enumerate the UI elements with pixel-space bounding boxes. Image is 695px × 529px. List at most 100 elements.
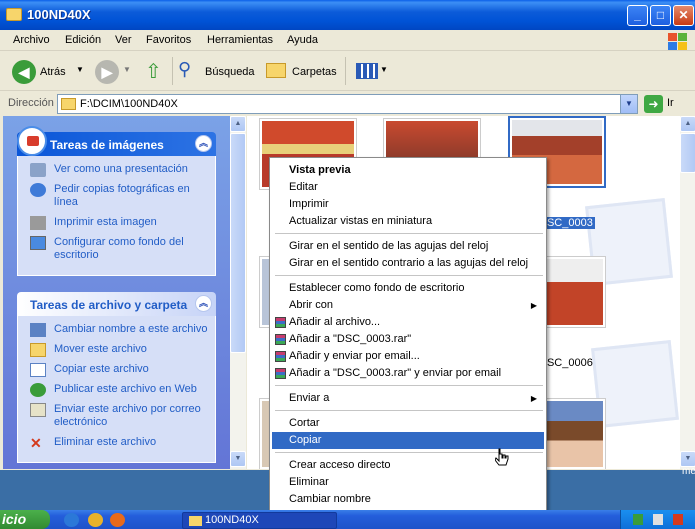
up-folder-icon[interactable]: ⇧ bbox=[145, 59, 162, 84]
winrar-icon bbox=[275, 351, 286, 362]
menu-archivo[interactable]: Archivo bbox=[13, 34, 50, 46]
task-print-image[interactable]: Imprimir esta imagen bbox=[30, 216, 209, 230]
toolbar-separator bbox=[172, 57, 173, 85]
task-order-prints[interactable]: Pedir copias fotográficas en línea bbox=[30, 183, 209, 209]
context-menu-label: Copiar bbox=[289, 434, 322, 446]
back-arrow-icon[interactable]: ◀ bbox=[12, 60, 36, 84]
task-slideshow[interactable]: Ver como una presentación bbox=[30, 163, 209, 177]
ie-icon[interactable] bbox=[64, 513, 79, 527]
search-button-label[interactable]: Búsqueda bbox=[205, 66, 255, 78]
context-menu-item[interactable]: Establecer como fondo de escritorio bbox=[272, 280, 544, 297]
tray-icon[interactable] bbox=[673, 514, 683, 525]
address-input[interactable]: F:\DCIM\100ND40X ▼ bbox=[57, 94, 638, 114]
views-icon[interactable] bbox=[356, 63, 378, 79]
task-move[interactable]: Mover este archivo bbox=[30, 343, 209, 357]
scroll-thumb[interactable] bbox=[230, 133, 246, 353]
maximize-button[interactable]: □ bbox=[650, 5, 671, 26]
scroll-down-icon[interactable]: ▼ bbox=[680, 451, 695, 467]
task-set-background[interactable]: Configurar como fondo del escritorio bbox=[30, 236, 209, 262]
toolbar-separator bbox=[345, 57, 346, 85]
context-menu-item[interactable]: Añadir a "DSC_0003.rar" y enviar por ema… bbox=[272, 365, 544, 382]
context-menu-label: Cortar bbox=[289, 417, 320, 429]
context-menu-item[interactable]: Añadir al archivo... bbox=[272, 314, 544, 331]
folder-icon bbox=[189, 516, 202, 526]
context-menu-item[interactable]: Cambiar nombre bbox=[272, 491, 544, 508]
context-menu-separator bbox=[275, 385, 543, 386]
scroll-down-icon[interactable]: ▼ bbox=[230, 451, 246, 467]
scroll-up-icon[interactable]: ▲ bbox=[680, 116, 695, 132]
task-label: Cambiar nombre a este archivo bbox=[54, 323, 208, 335]
context-menu-label: Establecer como fondo de escritorio bbox=[289, 282, 465, 294]
toolbar: ◀ Atrás ▼ ▶ ▼ ⇧ ⚲ Búsqueda Carpetas ▼ bbox=[0, 52, 695, 91]
window-title: 100ND40X bbox=[27, 7, 91, 22]
file-tasks-title: Tareas de archivo y carpeta bbox=[30, 298, 188, 312]
scroll-thumb[interactable] bbox=[680, 133, 695, 173]
context-menu-label: Añadir a "DSC_0003.rar" bbox=[289, 333, 412, 345]
address-dropdown-icon[interactable]: ▼ bbox=[620, 95, 637, 113]
title-bar[interactable]: 100ND40X _ □ ✕ bbox=[0, 0, 695, 30]
collapse-chevron-icon[interactable]: ︽ bbox=[195, 295, 212, 312]
menu-ayuda[interactable]: Ayuda bbox=[287, 34, 318, 46]
context-menu: Vista previa Editar Imprimir Actualizar vis… bbox=[269, 157, 547, 529]
context-menu-separator bbox=[275, 410, 543, 411]
winrar-icon bbox=[275, 317, 286, 328]
collapse-chevron-icon[interactable]: ︽ bbox=[195, 135, 212, 152]
context-menu-item[interactable]: Añadir a "DSC_0003.rar" bbox=[272, 331, 544, 348]
tray-icon[interactable] bbox=[653, 514, 663, 525]
context-menu-label: Abrir con bbox=[289, 299, 334, 311]
folder-icon bbox=[6, 8, 22, 21]
context-menu-item[interactable]: Editar bbox=[272, 179, 544, 196]
scroll-up-icon[interactable]: ▲ bbox=[230, 116, 246, 132]
start-button[interactable]: icio bbox=[0, 510, 50, 529]
thumbnail-label[interactable]: DSC_0006 bbox=[539, 357, 593, 369]
task-copy[interactable]: Copiar este archivo bbox=[30, 363, 209, 377]
context-menu-item[interactable]: Girar en el sentido de las agujas del re… bbox=[272, 238, 544, 255]
back-dropdown-icon[interactable]: ▼ bbox=[76, 65, 84, 74]
go-button-label[interactable]: Ir bbox=[667, 97, 674, 109]
task-label: Ver como una presentación bbox=[54, 163, 188, 175]
forward-dropdown-icon[interactable]: ▼ bbox=[123, 65, 131, 74]
taskbar-window-button[interactable]: 100ND40X bbox=[182, 512, 337, 529]
firefox-icon[interactable] bbox=[110, 513, 125, 527]
context-menu-label: Cambiar nombre bbox=[289, 493, 371, 505]
submenu-arrow-icon: ▶ bbox=[530, 301, 537, 310]
context-menu-label: Enviar a bbox=[289, 392, 330, 404]
menu-favoritos[interactable]: Favoritos bbox=[146, 34, 191, 46]
context-menu-item[interactable]: Imprimir bbox=[272, 196, 544, 213]
task-publish[interactable]: Publicar este archivo en Web bbox=[30, 383, 209, 397]
minimize-button[interactable]: _ bbox=[627, 5, 648, 26]
move-icon bbox=[30, 343, 46, 357]
go-arrow-icon[interactable]: ➜ bbox=[644, 95, 663, 113]
forward-arrow-icon[interactable]: ▶ bbox=[95, 60, 119, 84]
context-menu-item[interactable]: Actualizar vistas en miniatura bbox=[272, 213, 544, 230]
context-menu-item[interactable]: Añadir y enviar por email... bbox=[272, 348, 544, 365]
context-menu-item[interactable]: Girar en el sentido contrario a las aguj… bbox=[272, 255, 544, 272]
task-rename[interactable]: Cambiar nombre a este archivo bbox=[30, 323, 209, 337]
menu-edicion[interactable]: Edición bbox=[65, 34, 101, 46]
context-menu-item[interactable]: Vista previa bbox=[272, 162, 544, 179]
task-pane-scrollbar[interactable]: ▲ ▼ bbox=[230, 116, 246, 469]
file-view-scrollbar[interactable]: ▲ ▼ bbox=[680, 116, 695, 469]
folders-button-label[interactable]: Carpetas bbox=[292, 66, 337, 78]
menu-bar: Archivo Edición Ver Favoritos Herramient… bbox=[0, 30, 695, 51]
delete-icon: ✕ bbox=[30, 435, 42, 451]
menu-herramientas[interactable]: Herramientas bbox=[207, 34, 273, 46]
file-tasks-header[interactable]: Tareas de archivo y carpeta ︽ bbox=[17, 292, 216, 316]
chrome-icon[interactable] bbox=[88, 513, 103, 527]
views-dropdown-icon[interactable]: ▼ bbox=[380, 65, 388, 74]
context-menu-item[interactable]: Eliminar bbox=[272, 474, 544, 491]
task-delete[interactable]: ✕ Eliminar este archivo bbox=[30, 435, 209, 451]
context-menu-label: Crear acceso directo bbox=[289, 459, 391, 471]
tray-icon[interactable] bbox=[633, 514, 643, 525]
context-menu-item[interactable]: Enviar a ▶ bbox=[272, 390, 544, 407]
search-icon[interactable]: ⚲ bbox=[178, 59, 191, 80]
task-email[interactable]: Enviar este archivo por correo electróni… bbox=[30, 403, 209, 429]
back-button-label[interactable]: Atrás bbox=[40, 66, 66, 78]
folders-icon[interactable] bbox=[266, 63, 286, 78]
image-tasks-header[interactable]: Tareas de imágenes ︽ bbox=[17, 126, 216, 156]
menu-ver[interactable]: Ver bbox=[115, 34, 132, 46]
context-menu-item[interactable]: Copiar bbox=[272, 432, 544, 449]
context-menu-item[interactable]: Abrir con ▶ bbox=[272, 297, 544, 314]
close-button[interactable]: ✕ bbox=[673, 5, 694, 26]
context-menu-item[interactable]: Cortar bbox=[272, 415, 544, 432]
